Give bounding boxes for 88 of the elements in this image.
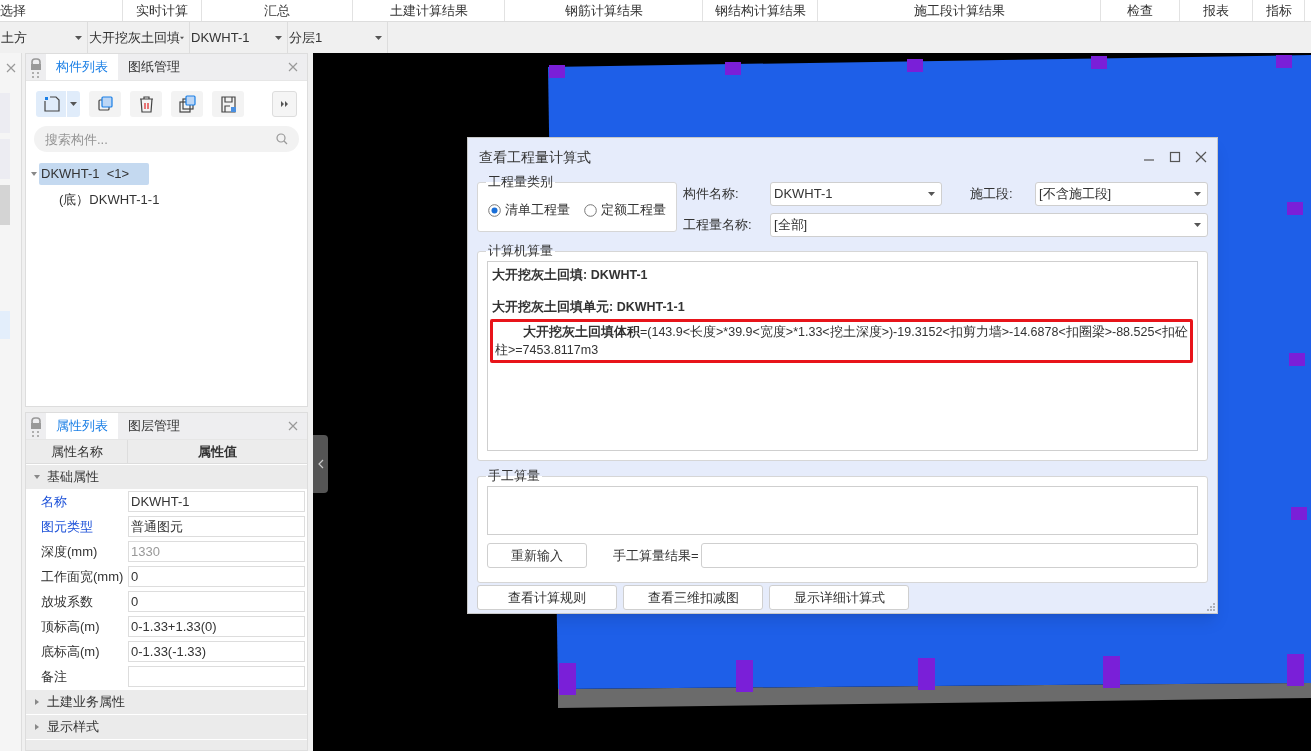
group-box-label: 手工算量 [486,468,542,484]
menu-tab[interactable]: 检查 [1101,0,1180,21]
select-field[interactable]: DKWHT-1 [770,182,942,206]
property-value-field[interactable]: 0-1.33(-1.33) [128,641,305,662]
result-field[interactable] [700,543,1198,568]
caret-icon [928,192,935,196]
double-arrow-icon [280,101,289,107]
caret-icon [375,35,382,40]
menu-tab[interactable]: 钢筋计算结果 [505,0,703,21]
copy-button[interactable] [89,91,121,117]
reset-button[interactable]: 重新输入 [487,543,587,568]
expanded-caret-icon[interactable] [34,474,40,480]
caret-icon [1194,223,1201,227]
more-button[interactable] [272,91,297,117]
property-name: 顶标高(m) [40,617,101,636]
calculation-formula: 大开挖灰土回填体积=(143.9<长度>*39.9<宽度>*1.33<挖土深度>)-19.3152<扣剪力墙>-14.6878<扣圈梁>-88.525<扣砼柱>=7453.8117m3 [495,324,1188,359]
field-label: 工程量名称: [683,216,753,235]
panel-tab[interactable]: 构件列表 [46,54,118,80]
group-box-label: 工程量类别 [486,174,555,190]
layered-copy-button[interactable] [171,91,203,117]
panel-tab[interactable]: 图纸管理 [118,54,190,80]
calculation-heading: 大开挖灰土回填单元: DKWHT-1-1 [492,299,686,316]
property-value-field[interactable]: 0-1.33+1.33(0) [128,616,305,637]
property-value-field[interactable]: 普通图元 [128,516,305,537]
property-name: 工作面宽(mm) [40,567,125,586]
text-area[interactable]: 大开挖灰土回填: DKWHT-1 大开挖灰土回填单元: DKWHT-1-1 大开挖灰土回填体积=(143.9<长度>*39.9<宽度>*1.33<挖土深度>)-19.3152<扣剪力墙>-14.6878<扣圈梁>-88.525<扣砼柱>=7453.8117m3 [487,261,1198,451]
tree-item[interactable]: (底）DKWHT-1-1 [57,189,162,211]
panel-tab[interactable]: 属性列表 [46,413,118,439]
menu-tab[interactable]: 选择 [0,0,123,21]
menu-tab[interactable]: 实时计算 [123,0,202,21]
group-label: 显示样式 [47,718,99,737]
select-field[interactable]: [全部] [770,213,1208,237]
chevron-left-icon [317,459,324,469]
save-button[interactable] [212,91,244,117]
collapsed-caret-icon[interactable] [34,724,40,730]
field-label: 施工段: [970,185,1014,204]
radio-option[interactable]: 定额工程量 [584,200,666,220]
menu-tab[interactable]: 土建计算结果 [353,0,505,21]
menu-tab[interactable]: 指标 [1253,0,1305,21]
group-box-label: 计算机算量 [486,243,555,259]
column-header: 属性值 [197,442,238,461]
group-label: 基础属性 [47,468,99,487]
property-value-field[interactable]: 0 [128,591,305,612]
window-title: 查看工程量计算式 [479,147,591,167]
search-icon [276,133,288,145]
property-name: 备注 [40,667,68,686]
close-icon[interactable] [5,63,16,73]
dialog-button[interactable]: 查看计算规则 [477,585,617,610]
resize-grip-icon[interactable] [1207,603,1215,611]
menu-tab[interactable]: 报表 [1180,0,1253,21]
caret-icon [75,35,82,40]
property-name: 深度(mm) [40,542,99,561]
expanded-caret-icon[interactable] [31,171,37,177]
property-value-field[interactable]: 0 [128,566,305,587]
collapsed-caret-icon[interactable] [34,699,40,705]
lock-icon [29,415,43,437]
menu-tab[interactable]: 施工段计算结果 [818,0,1101,21]
caret-icon [70,102,77,106]
select-field[interactable]: [不含施工段] [1035,182,1208,206]
text-area[interactable] [487,486,1198,535]
group-label: 土建业务属性 [47,693,125,712]
property-name: 底标高(m) [40,642,101,661]
lock-icon [29,56,43,78]
property-name: 名称 [40,492,68,511]
dialog-button[interactable]: 显示详细计算式 [769,585,909,610]
new-component-button[interactable] [36,91,80,117]
menu-tab[interactable]: 钢结构计算结果 [703,0,818,21]
caret-icon [180,35,184,40]
search-field[interactable]: 搜索构件... [34,126,299,152]
radio-option[interactable]: 清单工程量 [488,200,570,220]
dialog-button[interactable]: 查看三维扣减图 [623,585,763,610]
collapse-handle[interactable] [313,435,328,493]
menu-tab[interactable]: 汇总 [202,0,353,21]
maximize-icon[interactable] [1169,151,1181,163]
tree-item[interactable]: DKWHT-1 <1> [39,163,150,185]
trash-button[interactable] [130,91,162,117]
close-icon[interactable] [1195,151,1207,163]
caret-icon [1194,192,1201,196]
property-value-field[interactable]: DKWHT-1 [128,491,305,512]
field-label: 构件名称: [683,185,740,204]
caret-icon [275,35,282,40]
property-name: 放坡系数 [40,592,94,611]
property-value-field[interactable] [128,666,305,687]
calculation-heading: 大开挖灰土回填: DKWHT-1 [492,267,649,284]
column-header: 属性名称 [26,440,128,463]
field-label: 手工算量结果= [613,546,699,565]
property-name: 图元类型 [40,517,94,536]
panel-tab[interactable]: 图层管理 [118,413,190,439]
